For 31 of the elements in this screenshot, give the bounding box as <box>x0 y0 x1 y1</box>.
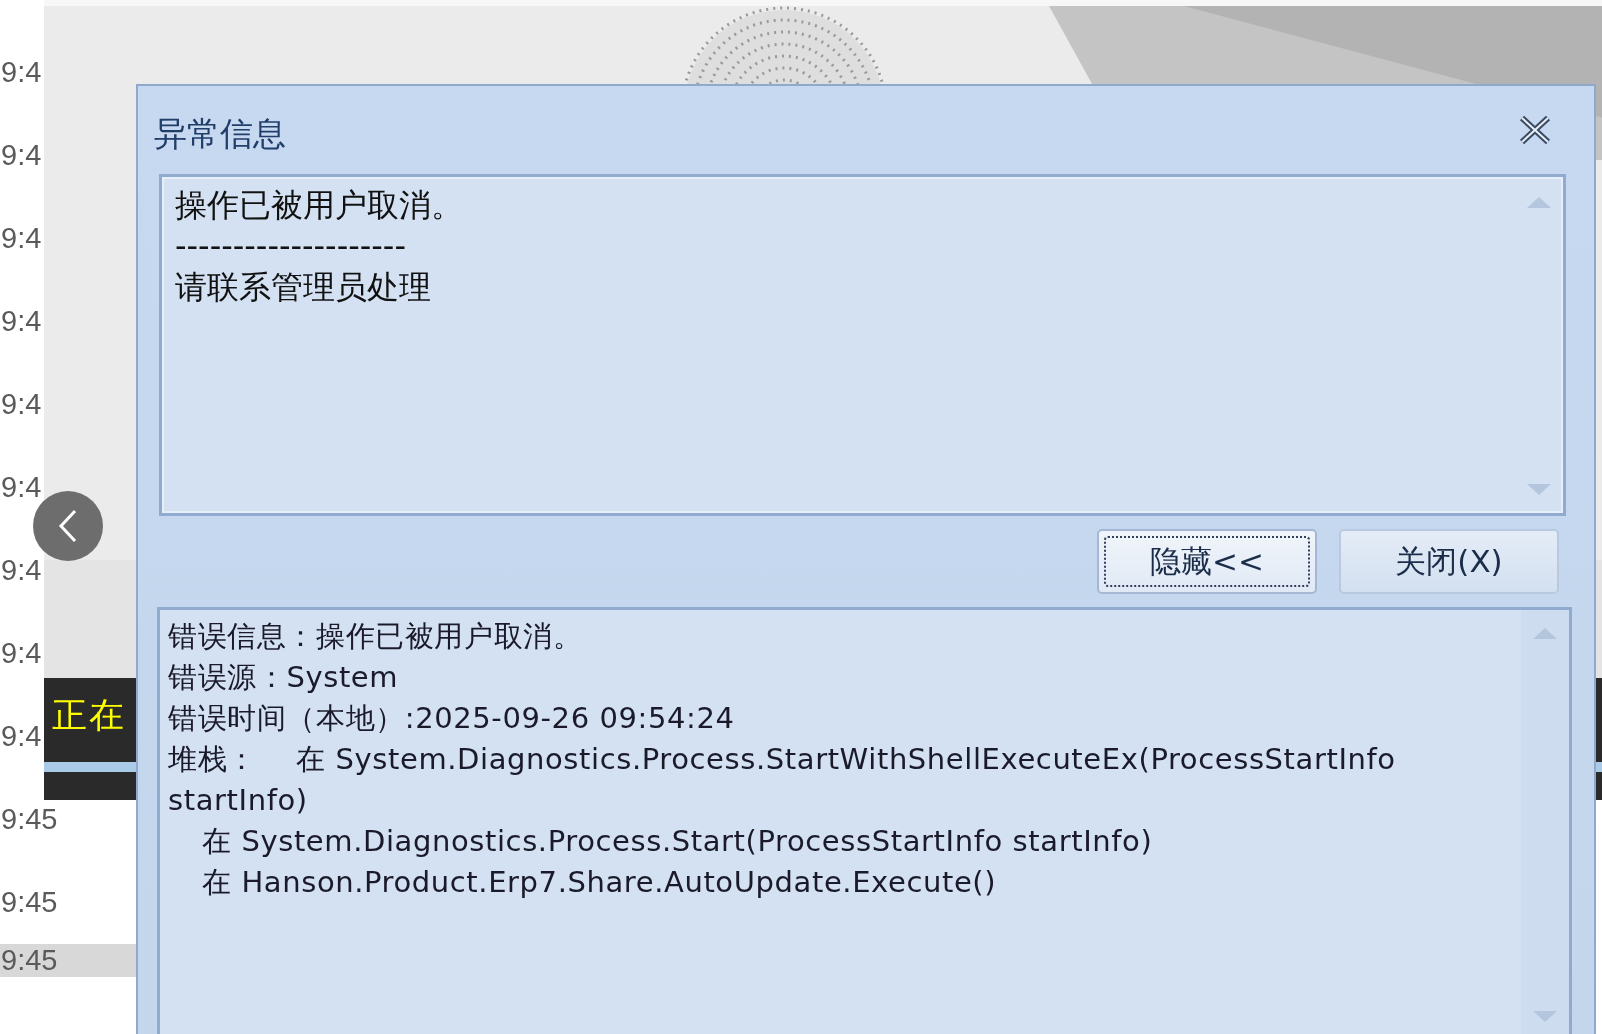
scroll-down-icon[interactable] <box>1525 483 1553 497</box>
time-text: 9:45 <box>1 886 58 919</box>
detail-text: 在 System.Diagnostics.Process.Start(ProcessStartInfo startInfo) <box>201 823 1154 860</box>
time-text: 9:4 <box>1 720 42 753</box>
scroll-down-icon[interactable] <box>1531 1010 1559 1024</box>
message-text: 请联系管理员处理 <box>175 267 432 308</box>
selected-row[interactable]: 9:45 <box>0 944 137 977</box>
time-text: 9:4 <box>1 56 42 89</box>
scroll-up-icon[interactable] <box>1525 195 1553 209</box>
dialog-button[interactable]: 关闭(X) <box>1339 529 1559 594</box>
dialog-button[interactable]: 隐藏<< <box>1097 529 1317 594</box>
status-text: 正在 <box>52 694 126 737</box>
time-text: 9:45 <box>1 803 58 836</box>
time-text: 9:4 <box>1 305 42 338</box>
detail-text: 错误源：System <box>168 659 400 696</box>
dialog-title: 异常信息 <box>154 112 286 155</box>
scroll-up-icon[interactable] <box>1531 626 1559 640</box>
message-text: 操作已被用户取消。 <box>175 185 464 226</box>
time-text: 9:4 <box>1 637 42 670</box>
time-text: 9:45 <box>1 944 58 977</box>
time-text: 9:4 <box>1 471 42 504</box>
time-text: 9:4 <box>1 139 42 172</box>
time-text: 9:4 <box>1 222 42 255</box>
detail-text: 错误时间（本地）:2025-09-26 09:54:24 <box>168 700 736 737</box>
time-text: 9:4 <box>1 388 42 421</box>
detail-text: 错误信息：操作已被用户取消。 <box>168 618 584 655</box>
detail-text: 堆栈： 在 System.Diagnostics.Process.StartWithShellExecuteEx(ProcessStartInfo startInfo) <box>168 741 1397 819</box>
detail-text: 在 Hanson.Product.Erp7.Share.AutoUpdate.Execute() <box>201 864 998 901</box>
time-text: 9:4 <box>1 554 42 587</box>
close-icon[interactable] <box>1518 114 1552 146</box>
message-text: -------------------- <box>175 226 407 267</box>
